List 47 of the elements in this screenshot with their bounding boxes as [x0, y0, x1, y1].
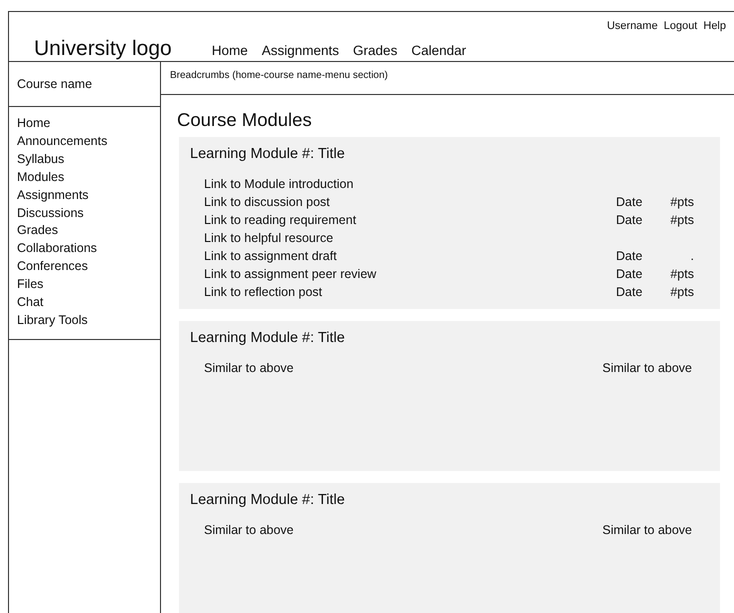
module-item-link[interactable]: Link to reading requirement	[204, 213, 356, 227]
points: .	[690, 249, 694, 263]
due-date: Date	[616, 213, 644, 227]
page-title: Course Modules	[177, 109, 313, 131]
user-link[interactable]: Username	[606, 20, 658, 32]
placeholder-note: Similar to above	[602, 361, 692, 375]
sidebar-item[interactable]: Grades	[17, 222, 58, 240]
sidebar-item[interactable]: Library Tools	[17, 312, 88, 330]
placeholder-note: Similar to above	[204, 361, 294, 375]
sidebar-item[interactable]: Modules	[17, 168, 64, 187]
module-item-link[interactable]: Link to discussion post	[204, 195, 330, 209]
due-date: Date	[616, 285, 644, 299]
module-item-link[interactable]: Link to assignment draft	[204, 249, 337, 263]
points: #pts	[669, 285, 694, 299]
due-date: Date	[616, 249, 644, 263]
user-link[interactable]: Help	[703, 20, 726, 32]
points: #pts	[669, 267, 694, 281]
course-name: Course name	[17, 77, 92, 91]
sidebar-item[interactable]: Home	[17, 115, 50, 133]
points: #pts	[669, 195, 694, 209]
nav-link[interactable]: Calendar	[411, 43, 466, 58]
user-link[interactable]: Logout	[664, 20, 698, 32]
university-logo: University logo	[34, 37, 172, 61]
nav-link[interactable]: Home	[212, 43, 248, 58]
module-title: Learning Module #: Title	[190, 330, 346, 346]
breadcrumbs: Breadcrumbs (home-course name-menu section)	[170, 70, 388, 81]
module-item-link[interactable]: Link to assignment peer review	[204, 267, 376, 281]
sidebar-item[interactable]: Collaborations	[17, 240, 97, 258]
sidebar-item[interactable]: Syllabus	[17, 150, 64, 169]
points: #pts	[669, 213, 694, 227]
module-title: Learning Module #: Title	[190, 492, 346, 508]
module-item-link[interactable]: Link to helpful resource	[204, 231, 334, 245]
nav-link[interactable]: Assignments	[262, 43, 340, 58]
due-date: Date	[616, 267, 644, 281]
sidebar-item[interactable]: Chat	[17, 294, 44, 312]
nav-link[interactable]: Grades	[353, 43, 398, 58]
sidebar-item[interactable]: Conferences	[17, 258, 88, 276]
module-item-link[interactable]: Link to Module introduction	[204, 177, 354, 191]
sidebar-item[interactable]: Announcements	[17, 132, 108, 151]
due-date: Date	[616, 195, 644, 209]
module-item-link[interactable]: Link to reflection post	[204, 285, 322, 299]
module-title: Learning Module #: Title	[190, 146, 346, 162]
sidebar-item[interactable]: Assignments	[17, 186, 89, 205]
sidebar-item[interactable]: Files	[17, 276, 44, 294]
placeholder-note: Similar to above	[602, 523, 692, 537]
sidebar-item[interactable]: Discussions	[17, 204, 84, 222]
placeholder-note: Similar to above	[204, 523, 294, 537]
